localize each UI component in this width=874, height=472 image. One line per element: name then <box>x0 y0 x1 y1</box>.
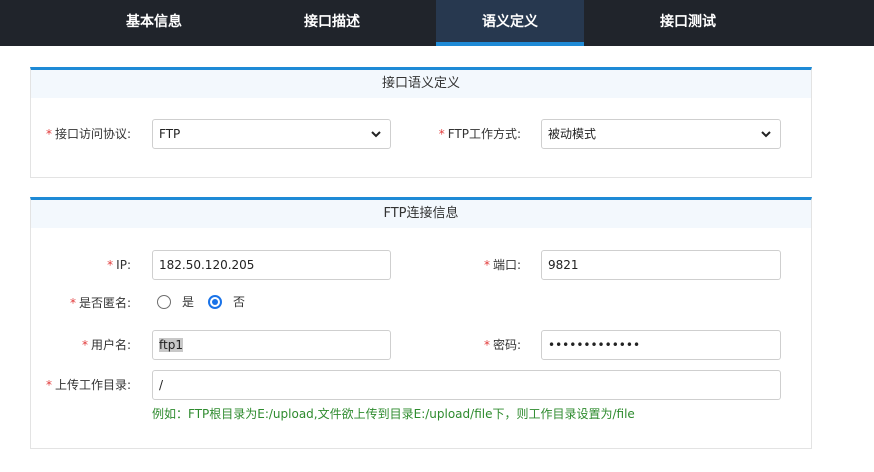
tab-interface-description[interactable]: 接口描述 <box>258 0 406 46</box>
upload-dir-input[interactable]: / <box>152 370 781 400</box>
required-marker: * <box>45 378 52 392</box>
protocol-select-value: FTP <box>159 127 181 141</box>
required-marker: * <box>107 258 114 272</box>
panel-title: 接口语义定义 <box>31 70 811 98</box>
ftp-mode-label: * FTP工作方式: <box>438 127 521 141</box>
tab-interface-test[interactable]: 接口测试 <box>614 0 762 46</box>
username-input[interactable]: ftp1 <box>152 330 391 360</box>
semantic-definition-panel: 接口语义定义 * 接口访问协议: FTP * FTP工作方式: 被动模式 <box>30 67 812 178</box>
ftp-mode-select[interactable]: 被动模式 <box>541 119 781 149</box>
anonymous-label: * 是否匿名: <box>69 296 131 310</box>
required-marker: * <box>483 338 490 352</box>
top-nav: 基本信息 接口描述 语义定义 接口测试 <box>0 0 874 46</box>
required-marker: * <box>81 338 88 352</box>
tab-semantic-definition[interactable]: 语义定义 <box>436 0 584 46</box>
password-input[interactable]: ••••••••••••• <box>541 330 781 360</box>
port-input[interactable]: 9821 <box>541 250 781 280</box>
ip-input[interactable]: 182.50.120.205 <box>152 250 391 280</box>
required-marker: * <box>45 127 52 141</box>
protocol-label: * 接口访问协议: <box>45 127 131 141</box>
ftp-mode-select-value: 被动模式 <box>548 127 597 141</box>
password-label: * 密码: <box>483 338 521 352</box>
ip-label: * IP: <box>107 258 131 272</box>
anonymous-no-radio[interactable] <box>208 295 222 309</box>
ftp-connection-panel: FTP连接信息 * IP: 182.50.120.205 * 端口: 9821 * 是… <box>30 197 812 449</box>
anonymous-yes-radio[interactable] <box>157 295 171 309</box>
required-marker: * <box>438 127 445 141</box>
anonymous-no-label: 否 <box>233 295 246 309</box>
upload-dir-label: * 上传工作目录: <box>45 378 131 392</box>
required-marker: * <box>69 296 76 310</box>
anonymous-yes-label: 是 <box>182 295 195 309</box>
tab-basic-info[interactable]: 基本信息 <box>80 0 228 46</box>
chevron-down-icon <box>761 131 771 138</box>
port-label: * 端口: <box>483 258 521 272</box>
required-marker: * <box>483 258 490 272</box>
upload-dir-hint: 例如：FTP根目录为E:/upload,文件欲上传到目录E:/upload/fi… <box>152 407 635 421</box>
protocol-select[interactable]: FTP <box>152 119 391 149</box>
chevron-down-icon <box>371 131 381 138</box>
panel-title: FTP连接信息 <box>31 200 811 228</box>
username-label: * 用户名: <box>81 338 131 352</box>
